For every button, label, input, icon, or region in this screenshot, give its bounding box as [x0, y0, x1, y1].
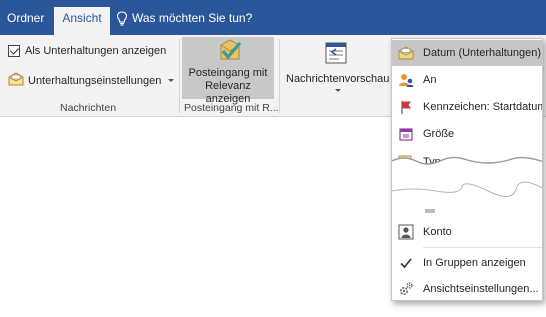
show-as-conversations-label: Als Unterhaltungen anzeigen: [25, 45, 167, 57]
menu-item-view-settings[interactable]: Ansichtseinstellungen...: [392, 276, 542, 300]
cut-off-fragment: [425, 209, 435, 213]
focused-inbox-icon: [218, 39, 242, 66]
ribbon-tab-bar: Ordner Ansicht Was möchten Sie tun?: [0, 0, 546, 35]
tell-me-box[interactable]: Was möchten Sie tun?: [116, 7, 252, 29]
menu-item-size[interactable]: Größe: [392, 121, 542, 147]
group-separator: [179, 39, 180, 113]
to-person-icon: [398, 72, 414, 88]
chevron-down-icon[interactable]: [335, 89, 341, 92]
lightbulb-icon: [116, 10, 128, 26]
menu-item-date-conversations[interactable]: Datum (Unterhaltungen): [392, 40, 542, 66]
conversation-settings-button[interactable]: Unterhaltungseinstellungen: [8, 72, 175, 89]
message-preview-button[interactable]: Nachrichtenvorschau: [286, 73, 389, 85]
tell-me-label: Was möchten Sie tun?: [132, 11, 253, 25]
checkmark-icon: [398, 255, 414, 271]
menu-separator: [423, 247, 542, 248]
menu-item-label: Konto: [423, 226, 452, 238]
arrange-by-menu: Datum (Unterhaltungen) An Kennzeichen: S…: [391, 38, 543, 301]
menu-item-label: Kennzeichen: Startdatum: [423, 101, 543, 113]
focused-inbox-label: Posteingang mit Relevanz anzeigen: [182, 67, 274, 106]
menu-item-label: In Gruppen anzeigen: [423, 257, 526, 269]
menu-item-flag-start-date[interactable]: Kennzeichen: Startdatum: [392, 94, 542, 120]
calendar-conversation-icon: [398, 45, 414, 61]
account-icon: [398, 224, 414, 240]
menu-item-label: Ansichtseinstellungen...: [423, 283, 539, 295]
chevron-down-icon: [168, 79, 175, 82]
message-preview-icon: [324, 41, 348, 68]
menu-item-account[interactable]: Konto: [392, 219, 542, 245]
group-separator: [279, 39, 280, 113]
torn-edge-decoration: [392, 156, 542, 198]
menu-item-label: An: [423, 74, 437, 86]
group-label-nachrichten: Nachrichten: [60, 102, 117, 114]
show-as-conversations-option[interactable]: Als Unterhaltungen anzeigen: [8, 45, 166, 57]
flag-icon: [398, 99, 414, 115]
conversation-settings-icon: [8, 72, 24, 89]
conversation-settings-label: Unterhaltungseinstellungen: [28, 74, 162, 87]
focused-inbox-label-line1: Posteingang mit: [188, 67, 268, 79]
menu-item-label: Datum (Unterhaltungen): [423, 47, 542, 59]
menu-item-to[interactable]: An: [392, 67, 542, 93]
settings-gear-icon: [398, 281, 414, 297]
tab-ansicht[interactable]: Ansicht: [54, 7, 110, 35]
menu-item-label: Größe: [423, 128, 455, 140]
size-icon: [398, 126, 414, 142]
group-label-focused-inbox: Posteingang mit R...: [184, 102, 279, 114]
menu-item-show-in-groups[interactable]: In Gruppen anzeigen: [392, 250, 542, 276]
show-as-conversations-checkbox[interactable]: [8, 45, 20, 57]
tab-ordner[interactable]: Ordner: [0, 7, 51, 35]
